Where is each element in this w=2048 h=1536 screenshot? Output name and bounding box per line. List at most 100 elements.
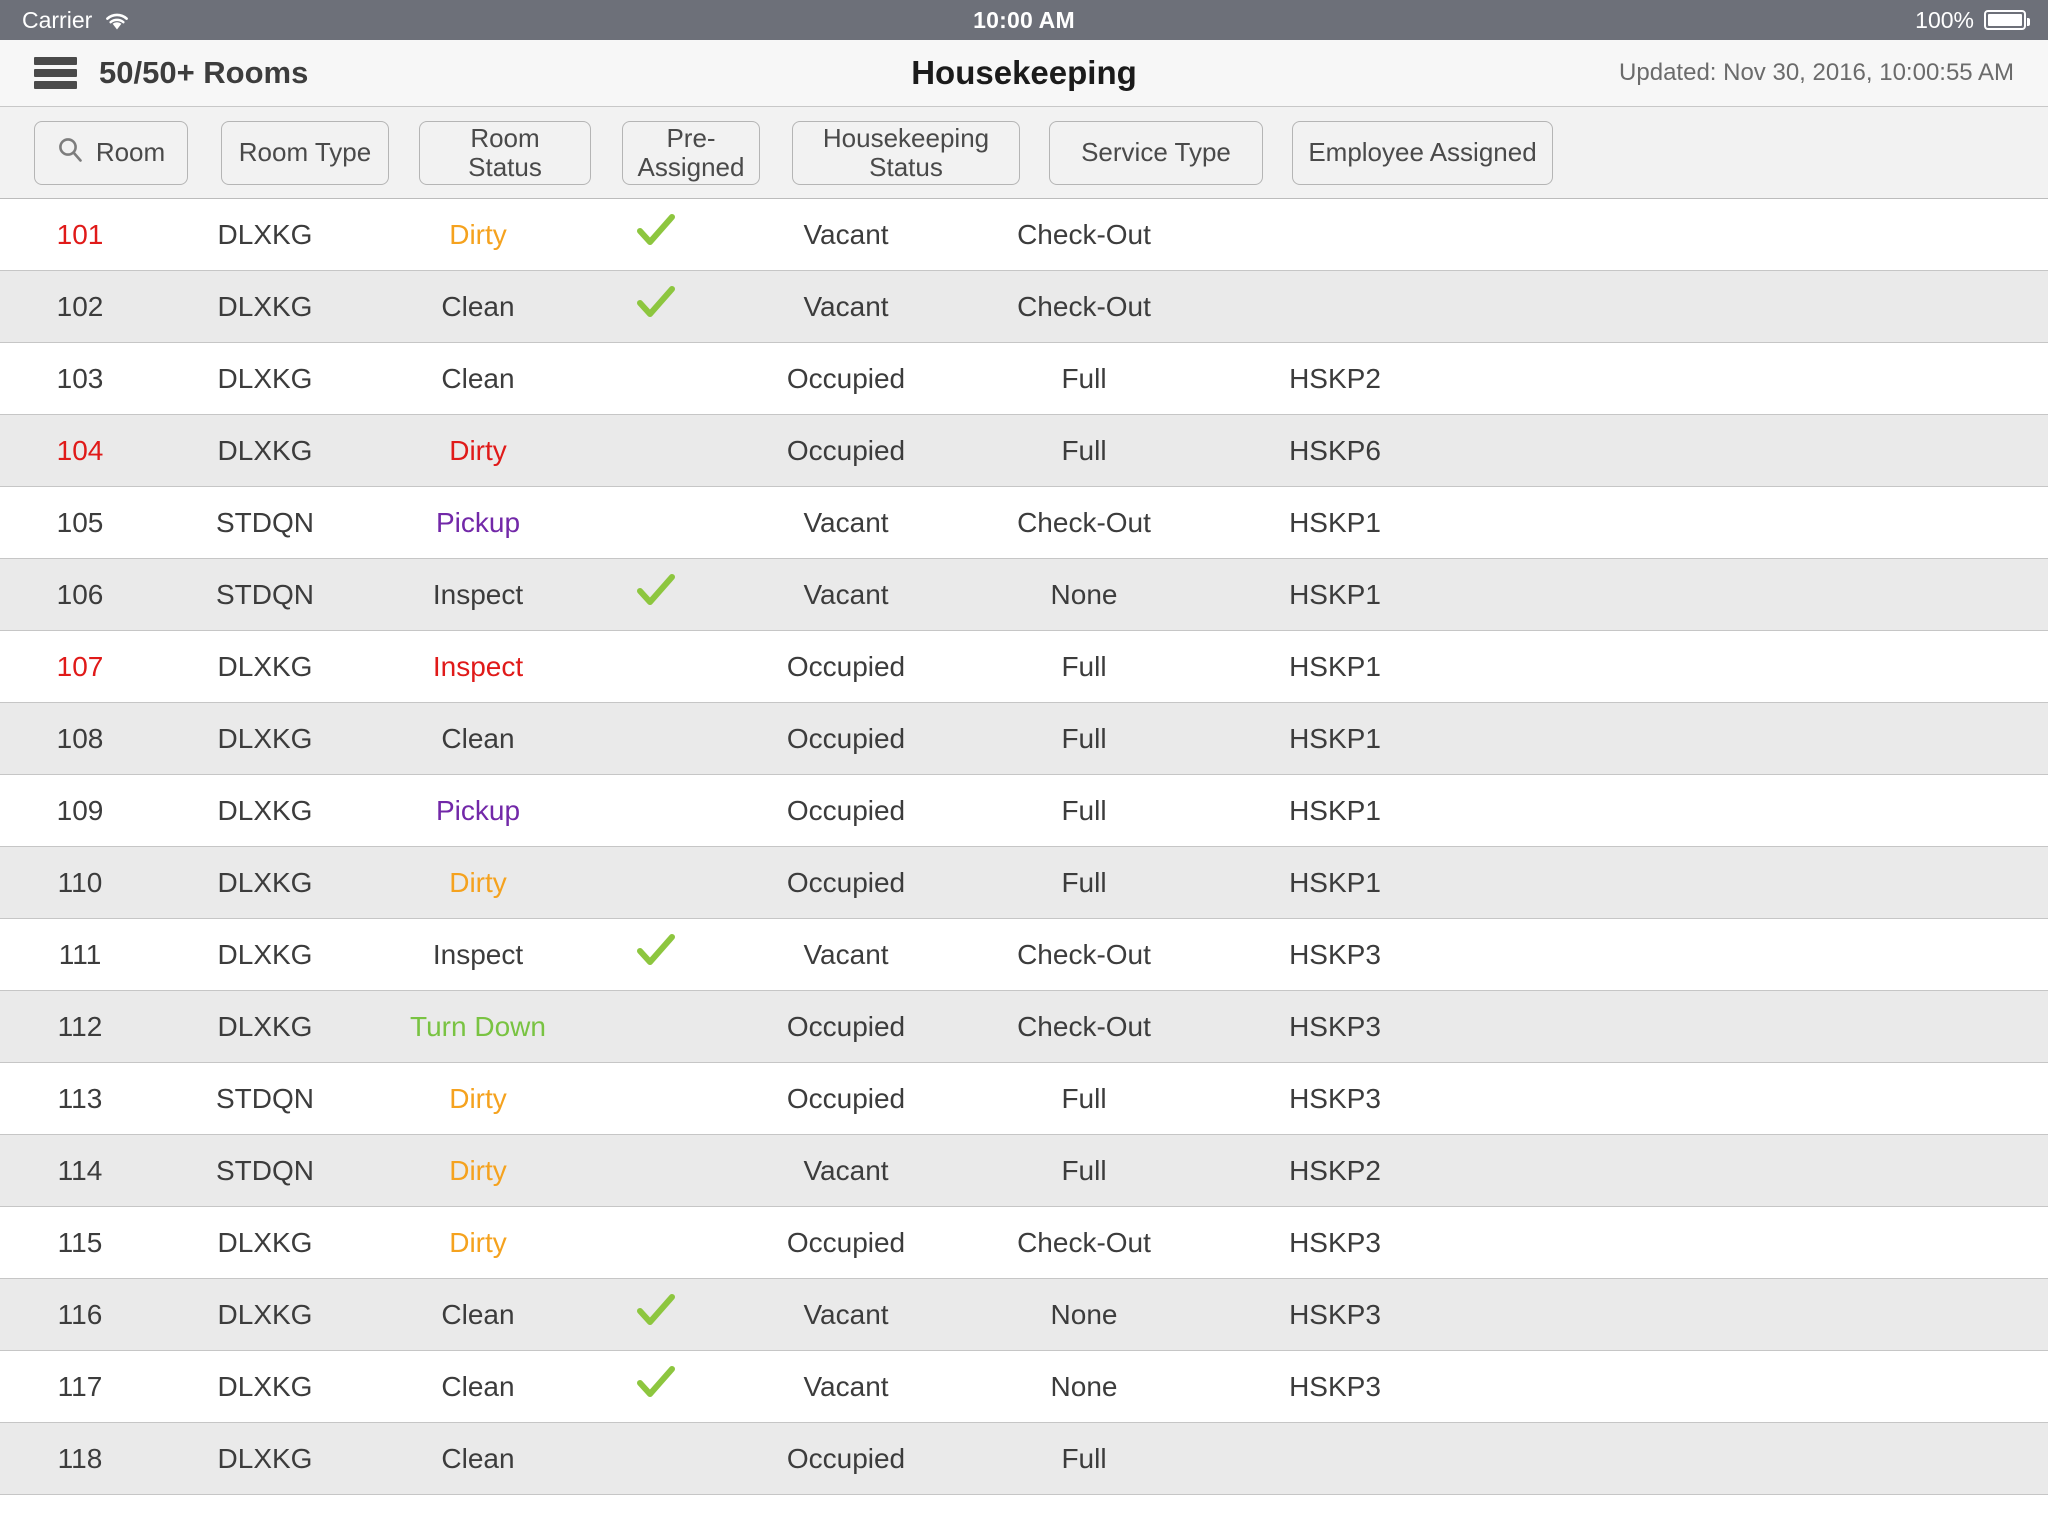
table-row[interactable]: 101 DLXKG Dirty Vacant Check-Out (0, 199, 2048, 271)
cell-housekeeping-status: Vacant (803, 290, 889, 322)
cell-room-status: Clean (441, 362, 515, 394)
cell-room-type: DLXKG (217, 650, 313, 682)
cell-room-type: DLXKG (217, 290, 313, 322)
cell-room: 113 (57, 1082, 103, 1114)
filter-room-status-button[interactable]: Room Status (419, 120, 591, 185)
cell-room: 115 (57, 1226, 103, 1258)
cell-service-type: Check-Out (1017, 1010, 1151, 1042)
filter-employee-assigned-label: Employee Assigned (1308, 137, 1537, 168)
filter-employee-assigned-button[interactable]: Employee Assigned (1292, 120, 1553, 185)
cell-housekeeping-status: Occupied (786, 362, 906, 394)
table-row[interactable]: 116 DLXKG Clean Vacant None HSKP3 (0, 1279, 2048, 1351)
table-row[interactable]: 115 DLXKG Dirty Occupied Check-Out HSKP3 (0, 1207, 2048, 1279)
room-table: 101 DLXKG Dirty Vacant Check-Out 102 DLXKG Clea… (0, 199, 2048, 1495)
cell-room-status: Clean (441, 290, 515, 322)
cell-room-type: STDQN (216, 1082, 314, 1114)
cell-housekeeping-status: Occupied (786, 1226, 906, 1258)
cell-housekeeping-status: Vacant (803, 506, 889, 538)
cell-room: 110 (57, 866, 103, 898)
filter-room-label: Room (95, 137, 166, 168)
status-bar-left: Carrier (22, 7, 130, 34)
cell-housekeeping-status: Occupied (786, 1010, 906, 1042)
cell-room-type: DLXKG (217, 1298, 313, 1330)
wifi-icon (104, 10, 130, 30)
cell-room-status: Inspect (432, 938, 524, 970)
cell-room-type: DLXKG (217, 938, 313, 970)
cell-employee-assigned: HSKP1 (1289, 794, 1381, 826)
table-row[interactable]: 110 DLXKG Dirty Occupied Full HSKP1 (0, 847, 2048, 919)
rooms-count-label[interactable]: 50/50+ Rooms (99, 55, 308, 91)
search-icon (57, 136, 84, 168)
check-icon (636, 574, 676, 615)
cell-housekeeping-status: Occupied (786, 794, 906, 826)
check-icon (636, 286, 676, 327)
cell-housekeeping-status: Occupied (786, 866, 906, 898)
cell-employee-assigned: HSKP3 (1289, 1082, 1381, 1114)
cell-housekeeping-status: Occupied (786, 1082, 906, 1114)
cell-room-status: Clean (441, 1298, 515, 1330)
cell-pre-assigned (586, 1366, 726, 1407)
table-row[interactable]: 102 DLXKG Clean Vacant Check-Out (0, 271, 2048, 343)
cell-housekeeping-status: Vacant (803, 1154, 889, 1186)
filter-room-button[interactable]: Room (34, 120, 188, 185)
table-row[interactable]: 106 STDQN Inspect Vacant None HSKP1 (0, 559, 2048, 631)
filter-pre-assigned-button[interactable]: Pre- Assigned (622, 120, 760, 185)
cell-room-status: Dirty (449, 1154, 507, 1186)
cell-room: 112 (57, 1010, 103, 1042)
cell-service-type: Full (1061, 1082, 1107, 1114)
cell-room-status: Dirty (449, 218, 507, 250)
cell-service-type: None (1050, 1370, 1118, 1402)
cell-room-type: DLXKG (217, 362, 313, 394)
cell-room-status: Clean (441, 1442, 515, 1474)
cell-room-status: Clean (441, 722, 515, 754)
filter-room-status-label: Room Status (468, 123, 542, 182)
cell-room-type: STDQN (216, 578, 314, 610)
table-row[interactable]: 118 DLXKG Clean Occupied Full (0, 1423, 2048, 1495)
table-row[interactable]: 111 DLXKG Inspect Vacant Check-Out HSKP3 (0, 919, 2048, 991)
filter-room-type-button[interactable]: Room Type (221, 120, 389, 185)
cell-employee-assigned: HSKP3 (1289, 938, 1381, 970)
cell-employee-assigned: HSKP6 (1289, 434, 1381, 466)
cell-housekeeping-status: Vacant (803, 218, 889, 250)
status-bar-clock: 10:00 AM (973, 6, 1075, 33)
cell-room-type: STDQN (216, 1154, 314, 1186)
cell-room-status: Dirty (449, 866, 507, 898)
cell-housekeeping-status: Occupied (786, 434, 906, 466)
table-row[interactable]: 107 DLXKG Inspect Occupied Full HSKP1 (0, 631, 2048, 703)
filter-service-type-label: Service Type (1081, 137, 1231, 168)
cell-room: 101 (56, 218, 104, 250)
cell-room: 109 (56, 794, 104, 826)
cell-room-status: Clean (441, 1370, 515, 1402)
table-row[interactable]: 112 DLXKG Turn Down Occupied Check-Out HSKP3 (0, 991, 2048, 1063)
filter-housekeeping-status-button[interactable]: Housekeeping Status (792, 120, 1020, 185)
table-row[interactable]: 103 DLXKG Clean Occupied Full HSKP2 (0, 343, 2048, 415)
table-row[interactable]: 105 STDQN Pickup Vacant Check-Out HSKP1 (0, 487, 2048, 559)
cell-service-type: Full (1061, 1154, 1107, 1186)
cell-room-status: Dirty (449, 1226, 507, 1258)
cell-service-type: Full (1061, 434, 1107, 466)
cell-room: 102 (56, 290, 104, 322)
header-left: 50/50+ Rooms (34, 55, 308, 91)
filter-room-type-label: Room Type (238, 137, 372, 168)
cell-service-type: Full (1061, 794, 1107, 826)
cell-employee-assigned: HSKP2 (1289, 362, 1381, 394)
table-row[interactable]: 114 STDQN Dirty Vacant Full HSKP2 (0, 1135, 2048, 1207)
table-row[interactable]: 104 DLXKG Dirty Occupied Full HSKP6 (0, 415, 2048, 487)
cell-employee-assigned: HSKP1 (1289, 506, 1381, 538)
filter-service-type-button[interactable]: Service Type (1049, 120, 1263, 185)
status-bar: Carrier 10:00 AM 100% (0, 0, 2048, 40)
cell-housekeeping-status: Vacant (803, 1298, 889, 1330)
cell-housekeeping-status: Vacant (803, 938, 889, 970)
cell-service-type: Check-Out (1017, 1226, 1151, 1258)
cell-housekeeping-status: Occupied (786, 1442, 906, 1474)
cell-room-status: Turn Down (410, 1010, 546, 1042)
last-updated-label: Updated: Nov 30, 2016, 10:00:55 AM (1619, 59, 2014, 86)
filter-pre-assigned-label: Pre- Assigned (637, 123, 745, 182)
table-row[interactable]: 113 STDQN Dirty Occupied Full HSKP3 (0, 1063, 2048, 1135)
table-row[interactable]: 117 DLXKG Clean Vacant None HSKP3 (0, 1351, 2048, 1423)
hamburger-menu-icon[interactable] (34, 57, 77, 89)
table-row[interactable]: 109 DLXKG Pickup Occupied Full HSKP1 (0, 775, 2048, 847)
table-row[interactable]: 108 DLXKG Clean Occupied Full HSKP1 (0, 703, 2048, 775)
cell-room: 104 (56, 434, 104, 466)
cell-room-type: DLXKG (217, 434, 313, 466)
